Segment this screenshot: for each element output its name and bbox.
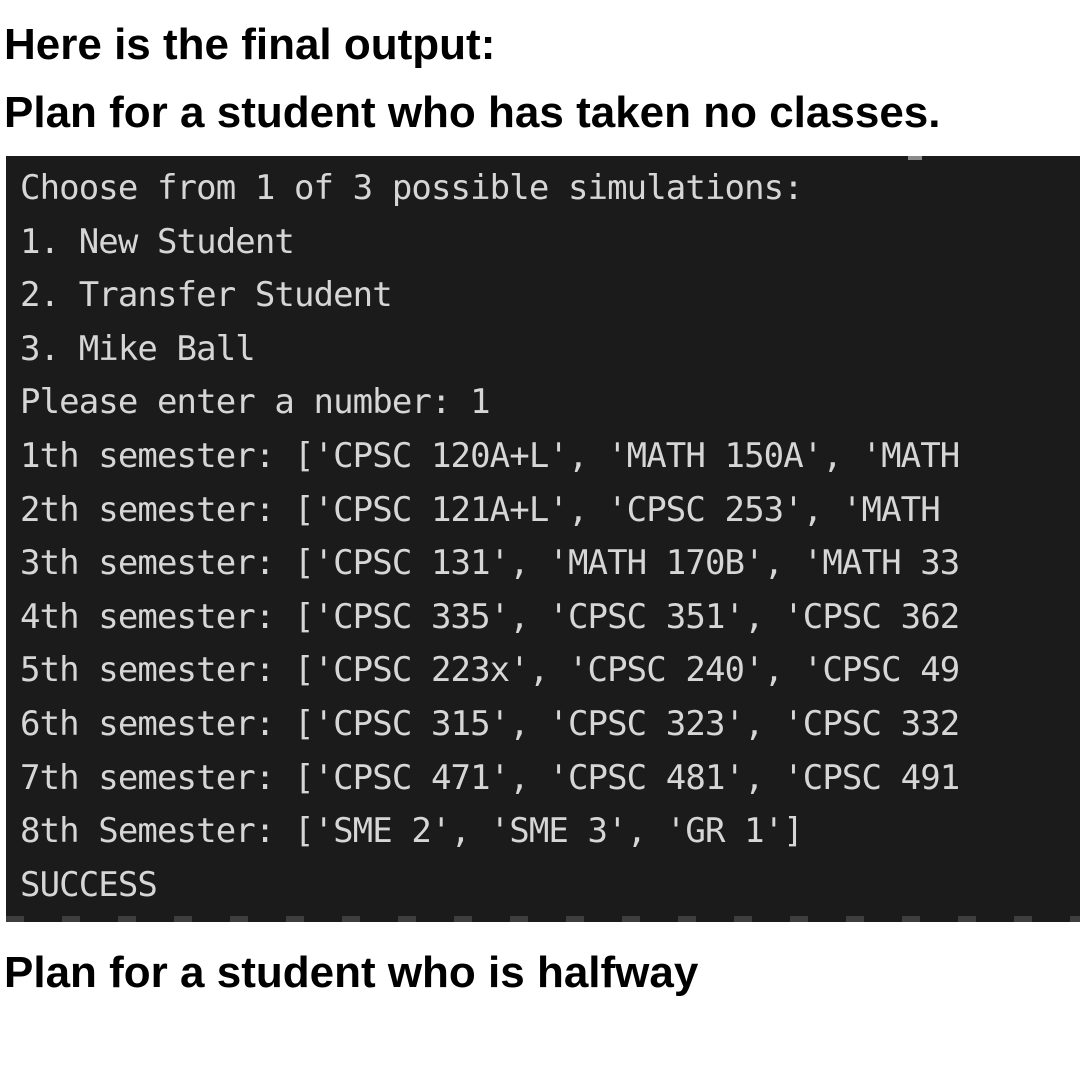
terminal-line-option-3: 3. Mike Ball [20, 328, 256, 369]
terminal-output: Choose from 1 of 3 possible simulations:… [20, 162, 1080, 912]
heading-halfway-plan: Plan for a student who is halfway [4, 948, 699, 997]
cropped-line-fragment [6, 916, 1080, 922]
terminal-line-semester-7: 7th semester: ['CPSC 471', 'CPSC 481', '… [20, 757, 960, 798]
heading-final-output: Here is the final output: [4, 20, 496, 69]
terminal-line-semester-1: 1th semester: ['CPSC 120A+L', 'MATH 150A… [20, 435, 960, 476]
terminal-line-semester-6: 6th semester: ['CPSC 315', 'CPSC 323', '… [20, 703, 960, 744]
terminal-line-option-2: 2. Transfer Student [20, 275, 393, 316]
terminal-line-input: Please enter a number: 1 [20, 382, 491, 423]
terminal-line-prompt: Choose from 1 of 3 possible simulations: [20, 168, 804, 208]
terminal-screenshot: Choose from 1 of 3 possible simulations:… [6, 156, 1080, 922]
terminal-line-semester-5: 5th semester: ['CPSC 223x', 'CPSC 240', … [20, 650, 960, 691]
heading-new-student-plan: Plan for a student who has taken no clas… [4, 88, 941, 137]
terminal-line-status: SUCCESS [20, 864, 158, 905]
terminal-line-option-1: 1. New Student [20, 221, 295, 262]
terminal-line-semester-8: 8th Semester: ['SME 2', 'SME 3', 'GR 1'] [20, 811, 804, 852]
terminal-line-semester-3: 3th semester: ['CPSC 131', 'MATH 170B', … [20, 543, 960, 584]
cropped-line-fragment [908, 156, 922, 160]
terminal-line-semester-4: 4th semester: ['CPSC 335', 'CPSC 351', '… [20, 596, 960, 637]
terminal-line-semester-2: 2th semester: ['CPSC 121A+L', 'CPSC 253'… [20, 489, 941, 530]
